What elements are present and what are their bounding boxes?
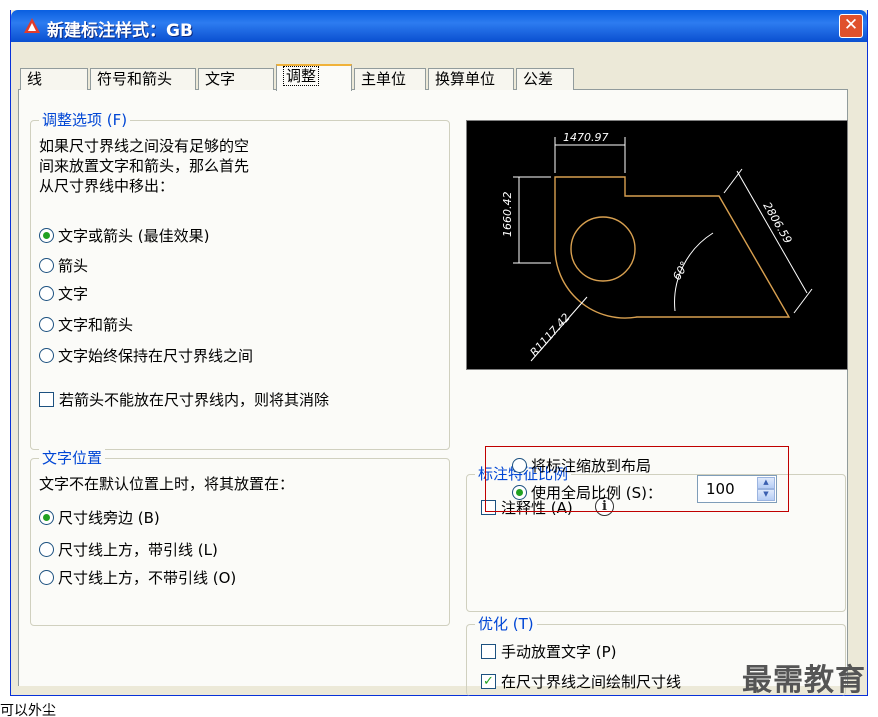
tab-fit-label: 调整 (283, 66, 320, 86)
radio-label: 将标注缩放到布局 (531, 457, 652, 475)
spinner-down-arrow-icon[interactable]: ▼ (757, 489, 775, 501)
watermark-text: 最需教育 (742, 663, 866, 698)
spinner-buttons: ▲ ▼ (757, 477, 775, 501)
overall-scale-value[interactable]: 100 (706, 480, 735, 498)
dim-top-label: 1470.97 (563, 131, 609, 144)
radio-indicator (39, 542, 54, 557)
dim-angle-label: 60° (670, 259, 691, 282)
radio-label: 箭头 (58, 257, 89, 275)
tab-text[interactable]: 文字 (198, 68, 274, 90)
close-button[interactable]: ✕ (839, 14, 863, 38)
radio-text-and-arrows[interactable]: 文字和箭头 (39, 314, 133, 335)
radio-indicator (512, 458, 527, 473)
tab-lines[interactable]: 线 (20, 68, 88, 90)
radio-beside-dim-line[interactable]: 尺寸线旁边 (B) (39, 507, 160, 528)
text-placement-legend: 文字位置 (39, 449, 106, 467)
radio-label: 尺寸线上方，带引线 (L) (58, 541, 218, 559)
radio-label: 文字或箭头 (最佳效果) (58, 227, 210, 245)
fit-options-legend: 调整选项 (F) (39, 111, 131, 129)
finetune-legend: 优化 (T) (475, 615, 537, 633)
radio-indicator (39, 228, 54, 243)
radio-indicator (39, 348, 54, 363)
radio-indicator (39, 258, 54, 273)
radio-arrows[interactable]: 箭头 (39, 255, 88, 276)
radio-text[interactable]: 文字 (39, 283, 88, 304)
title-bar[interactable]: 新建标注样式：GB ✕ (11, 10, 867, 42)
page-caption: 可以外尘 (0, 703, 56, 717)
checkbox-suppress-arrows[interactable]: 若箭头不能放在尺寸界线内，则将其消除 (39, 389, 329, 410)
radio-indicator (39, 510, 54, 525)
dim-left-label: 1660.42 (501, 192, 514, 238)
overall-scale-spinner[interactable]: 100 ▲ ▼ (697, 475, 777, 503)
radio-indicator (512, 485, 527, 500)
checkbox-label: 手动放置文字 (P) (501, 643, 617, 661)
autocad-app-icon (24, 18, 40, 33)
tab-alternate-units[interactable]: 换算单位 (428, 68, 514, 90)
window-title: 新建标注样式：GB (47, 21, 193, 41)
fit-description-line-1: 如果尺寸界线之间没有足够的空 (39, 137, 250, 155)
checkbox-draw-dim-line[interactable]: ✓ 在尺寸界线之间绘制尺寸线 (481, 671, 681, 692)
preview-drawing: 1470.97 1660.42 2806.59 60° R1117.42 (501, 131, 813, 362)
tab-fit[interactable]: 调整 (276, 64, 352, 91)
checkbox-box (481, 644, 496, 659)
text-placement-description: 文字不在默认位置上时，将其放置在： (39, 475, 295, 493)
radio-indicator (39, 286, 54, 301)
dim-right-label: 2806.59 (760, 200, 794, 246)
radio-over-with-leader[interactable]: 尺寸线上方，带引线 (L) (39, 539, 218, 560)
radio-label: 使用全局比例 (S)： (531, 484, 662, 502)
fit-description-line-3: 从尺寸界线中移出： (39, 177, 175, 195)
preview-part-outline (554, 176, 791, 319)
preview-circle (570, 216, 636, 282)
checkbox-manual-placement[interactable]: 手动放置文字 (P) (481, 641, 617, 662)
radio-indicator (39, 570, 54, 585)
radio-label: 文字和箭头 (58, 316, 134, 334)
fit-options-group: 调整选项 (F) 如果尺寸界线之间没有足够的空 间来放置文字和箭头，那么首先 从… (30, 111, 450, 450)
checkbox-box (39, 392, 54, 407)
tab-symbols-arrows[interactable]: 符号和箭头 (90, 68, 196, 90)
dim-radius-label: R1117.42 (528, 311, 573, 359)
tab-primary-units[interactable]: 主单位 (354, 68, 426, 90)
dimension-preview: 1470.97 1660.42 2806.59 60° R1117.42 (466, 120, 848, 370)
radio-text-or-arrows[interactable]: 文字或箭头 (最佳效果) (39, 225, 209, 246)
radio-label: 尺寸线旁边 (B) (58, 509, 160, 527)
radio-scale-to-layout[interactable]: 将标注缩放到布局 (512, 455, 651, 476)
radio-use-overall-scale[interactable]: 使用全局比例 (S)： (512, 482, 662, 503)
radio-label: 文字 (58, 285, 89, 303)
radio-label: 文字始终保持在尺寸界线之间 (58, 347, 254, 365)
radio-label: 尺寸线上方，不带引线 (O) (58, 569, 237, 587)
checkbox-label: 若箭头不能放在尺寸界线内，则将其消除 (59, 391, 330, 409)
radio-indicator (39, 317, 54, 332)
text-placement-group: 文字位置 文字不在默认位置上时，将其放置在： 尺寸线旁边 (B) 尺寸线上方，带… (30, 449, 450, 626)
checkbox-box-checked: ✓ (481, 674, 496, 689)
spinner-up-arrow-icon[interactable]: ▲ (757, 477, 775, 489)
tab-tolerances[interactable]: 公差 (516, 68, 574, 90)
radio-over-without-leader[interactable]: 尺寸线上方，不带引线 (O) (39, 567, 236, 588)
radio-keep-text-between[interactable]: 文字始终保持在尺寸界线之间 (39, 345, 253, 366)
fit-description-line-2: 间来放置文字和箭头，那么首先 (39, 157, 250, 175)
checkbox-label: 在尺寸界线之间绘制尺寸线 (501, 673, 682, 691)
